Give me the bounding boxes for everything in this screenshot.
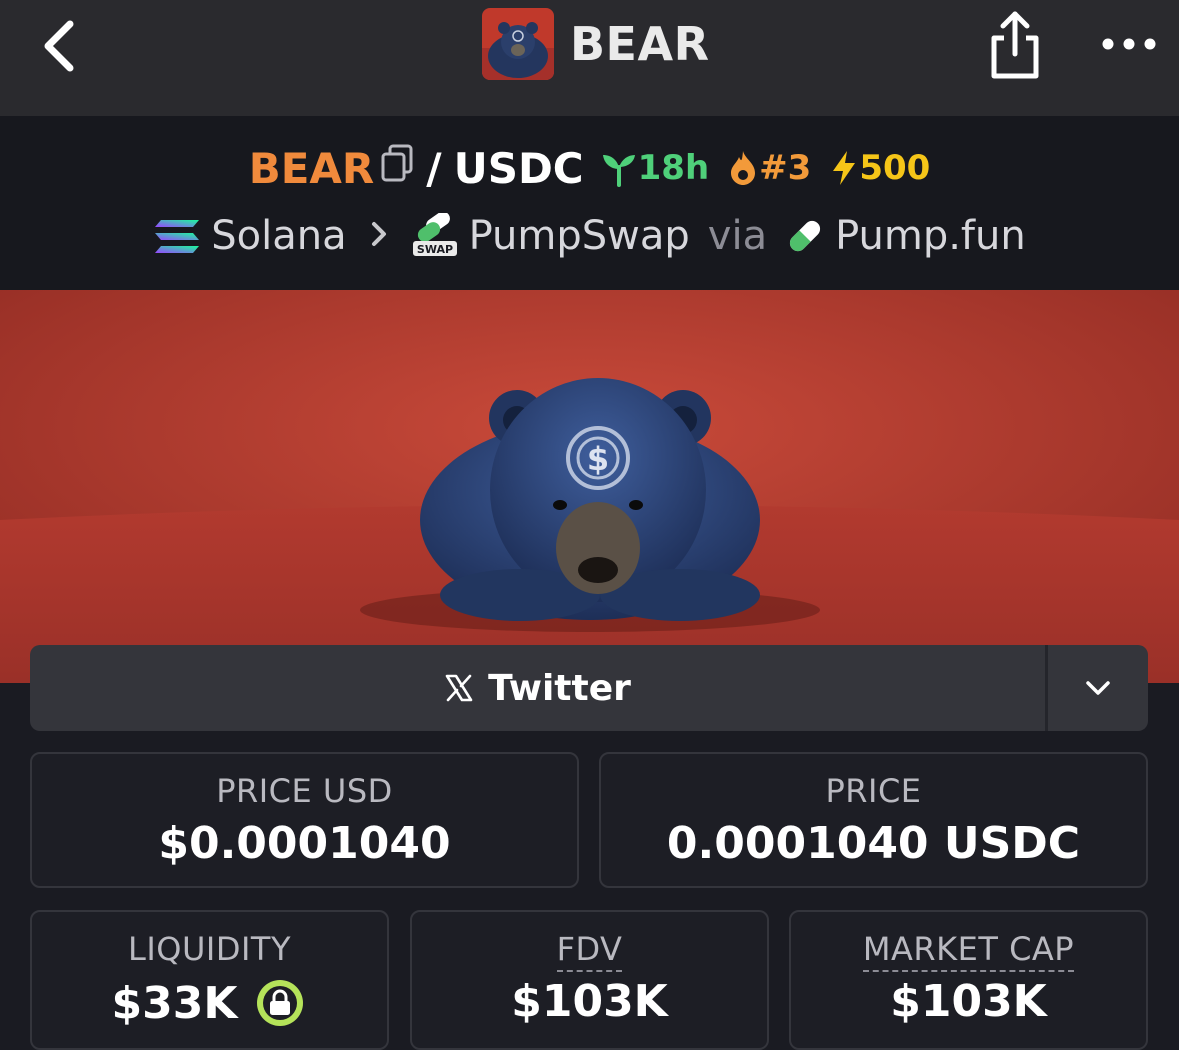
back-button[interactable] (36, 16, 86, 76)
page-title: BEAR (570, 17, 710, 71)
solana-icon (153, 216, 201, 256)
market-cap-card[interactable]: MARKET CAP $103K (789, 910, 1148, 1050)
market-cap-label: MARKET CAP (862, 930, 1075, 972)
twitter-button[interactable]: Twitter (30, 645, 1045, 731)
fdv-card[interactable]: FDV $103K (410, 910, 769, 1050)
fdv-label: FDV (556, 930, 623, 972)
launchpad-name[interactable]: Pump.fun (835, 213, 1026, 259)
boosts-badge[interactable]: 500 (829, 148, 930, 188)
via-label: via (707, 213, 768, 259)
pair-title-row: BEAR / USDC 18h #3 500 (0, 140, 1179, 196)
pair-separator: / (426, 143, 442, 193)
liquidity-value-row: $33K (32, 976, 387, 1030)
route-row: Solana SWAP PumpSwap via Pump.fun (0, 208, 1179, 264)
chain-name[interactable]: Solana (211, 213, 346, 259)
share-button[interactable] (986, 8, 1044, 80)
share-icon (991, 11, 1039, 79)
price-usd-card: PRICE USD $0.0001040 (30, 752, 579, 888)
token-banner-image: $ (0, 290, 1179, 683)
dex-name[interactable]: PumpSwap (469, 213, 690, 259)
trending-rank-badge[interactable]: #3 (727, 148, 811, 188)
svg-text:SWAP: SWAP (417, 243, 453, 256)
token-title-group: BEAR (482, 8, 710, 80)
pill-icon (785, 216, 825, 256)
price-label: PRICE (825, 772, 922, 810)
socials-dropdown-button[interactable] (1048, 645, 1148, 731)
chevron-down-icon (1086, 681, 1110, 695)
price-value: 0.0001040 USDC (666, 818, 1081, 869)
copy-icon[interactable] (380, 143, 414, 193)
market-cap-value: $103K (890, 976, 1047, 1027)
base-symbol: BEAR (248, 143, 375, 193)
liquidity-card: LIQUIDITY $33K (30, 910, 389, 1050)
x-icon (445, 674, 473, 702)
chevron-right-icon (369, 213, 389, 259)
flame-icon (731, 151, 756, 185)
top-nav-bar: BEAR (0, 0, 1179, 116)
quote-symbol: USDC (453, 143, 584, 193)
boosts-count: 500 (859, 148, 931, 188)
svg-text:$: $ (587, 440, 609, 478)
fdv-value: $103K (511, 976, 668, 1027)
liquidity-value: $33K (111, 977, 238, 1029)
bolt-icon (833, 151, 856, 185)
socials-bar: Twitter (30, 645, 1148, 731)
trending-rank: #3 (759, 148, 812, 188)
liquidity-label: LIQUIDITY (128, 930, 291, 968)
seedling-icon (602, 155, 635, 187)
price-card: PRICE 0.0001040 USDC (599, 752, 1148, 888)
chevron-left-icon (44, 20, 74, 72)
pair-age: 18h (637, 148, 710, 188)
pair-age-badge: 18h (600, 148, 710, 188)
twitter-label: Twitter (488, 667, 631, 709)
token-avatar (482, 8, 554, 80)
pumpswap-icon: SWAP (411, 213, 459, 259)
lock-icon[interactable] (253, 976, 307, 1030)
price-usd-value: $0.0001040 (158, 818, 451, 869)
price-usd-label: PRICE USD (216, 772, 393, 810)
more-icon (1102, 38, 1156, 50)
more-button[interactable] (1100, 26, 1158, 62)
